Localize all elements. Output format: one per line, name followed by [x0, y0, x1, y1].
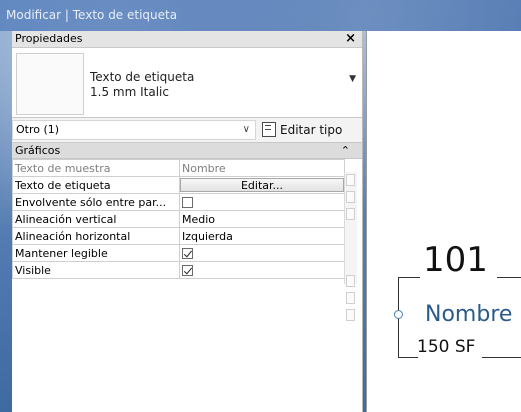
type-size-label: 1.5 mm Italic: [90, 85, 169, 99]
row-indicator: [346, 174, 355, 186]
edit-label-button[interactable]: Editar...: [180, 178, 344, 192]
type-preview-image: [16, 53, 84, 115]
chevron-down-icon[interactable]: ▼: [349, 74, 356, 84]
properties-table: Texto de muestra Nombre Texto de etiquet…: [12, 159, 345, 279]
properties-panel: Propiedades × Texto de etiqueta 1.5 mm I…: [12, 31, 363, 412]
collapse-icon[interactable]: ⌃: [341, 143, 350, 158]
row-indicator-column: [344, 172, 357, 321]
property-row: Mantener legible: [12, 244, 345, 262]
tag-border-line: [497, 277, 521, 278]
property-name: Mantener legible: [12, 244, 180, 262]
row-indicator: [346, 191, 355, 203]
group-header-graphics[interactable]: Gráficos ⌃: [12, 143, 362, 159]
room-tag-name[interactable]: Nombre: [425, 302, 512, 328]
visible-checkbox[interactable]: [182, 264, 193, 276]
property-row: Texto de etiqueta Editar...: [12, 176, 345, 194]
instance-row: Otro (1) ∨ Editar tipo: [12, 118, 362, 143]
close-icon[interactable]: ×: [345, 31, 356, 47]
type-selector[interactable]: Texto de etiqueta 1.5 mm Italic ▼: [12, 48, 362, 118]
property-row: Visible: [12, 261, 345, 279]
properties-header: Propiedades ×: [12, 31, 362, 48]
instance-filter-dropdown[interactable]: Otro (1) ∨: [12, 120, 256, 140]
tag-grip-handle[interactable]: [394, 310, 403, 319]
property-value: Editar...: [179, 176, 345, 194]
chevron-down-icon: ∨: [242, 124, 250, 135]
edit-type-label: Editar tipo: [280, 123, 343, 137]
room-tag-number[interactable]: 101: [423, 240, 488, 280]
property-name: Visible: [12, 261, 180, 279]
property-name: Texto de etiqueta: [12, 176, 180, 194]
property-row: Alineación horizontal Izquierda: [12, 227, 345, 245]
edit-type-icon: [262, 122, 276, 137]
type-name: Texto de etiqueta 1.5 mm Italic: [90, 70, 194, 100]
row-indicator: [346, 208, 355, 220]
edit-type-button[interactable]: Editar tipo: [262, 120, 342, 140]
row-indicator: [346, 309, 355, 321]
property-value: [179, 261, 345, 279]
vertical-align-value[interactable]: Medio: [179, 210, 345, 228]
property-row: Envolvente sólo entre par...: [12, 193, 345, 211]
row-indicator: [346, 292, 355, 304]
instance-filter-value: Otro (1): [16, 123, 60, 136]
property-row: Texto de muestra Nombre: [12, 159, 345, 177]
property-value: [179, 193, 345, 211]
room-tag-area[interactable]: 150 SF: [417, 337, 475, 357]
property-name: Envolvente sólo entre par...: [12, 193, 180, 211]
window-title: Modificar | Texto de etiqueta: [0, 0, 521, 31]
properties-title: Propiedades: [15, 32, 83, 45]
tag-border-line: [482, 357, 521, 358]
property-row: Alineación vertical Medio: [12, 210, 345, 228]
type-family-label: Texto de etiqueta: [90, 70, 195, 84]
property-name: Alineación horizontal: [12, 227, 180, 245]
property-name: Texto de muestra: [12, 159, 180, 177]
tag-border-line: [398, 277, 420, 278]
keep-readable-checkbox[interactable]: [182, 247, 193, 259]
property-name: Alineación vertical: [12, 210, 180, 228]
wrap-checkbox[interactable]: [182, 196, 193, 208]
row-indicator: [346, 275, 355, 287]
property-value: [179, 244, 345, 262]
group-name: Gráficos: [15, 144, 61, 157]
tag-border-line: [398, 357, 418, 358]
horizontal-align-value[interactable]: Izquierda: [179, 227, 345, 245]
property-value[interactable]: Nombre: [179, 159, 345, 177]
